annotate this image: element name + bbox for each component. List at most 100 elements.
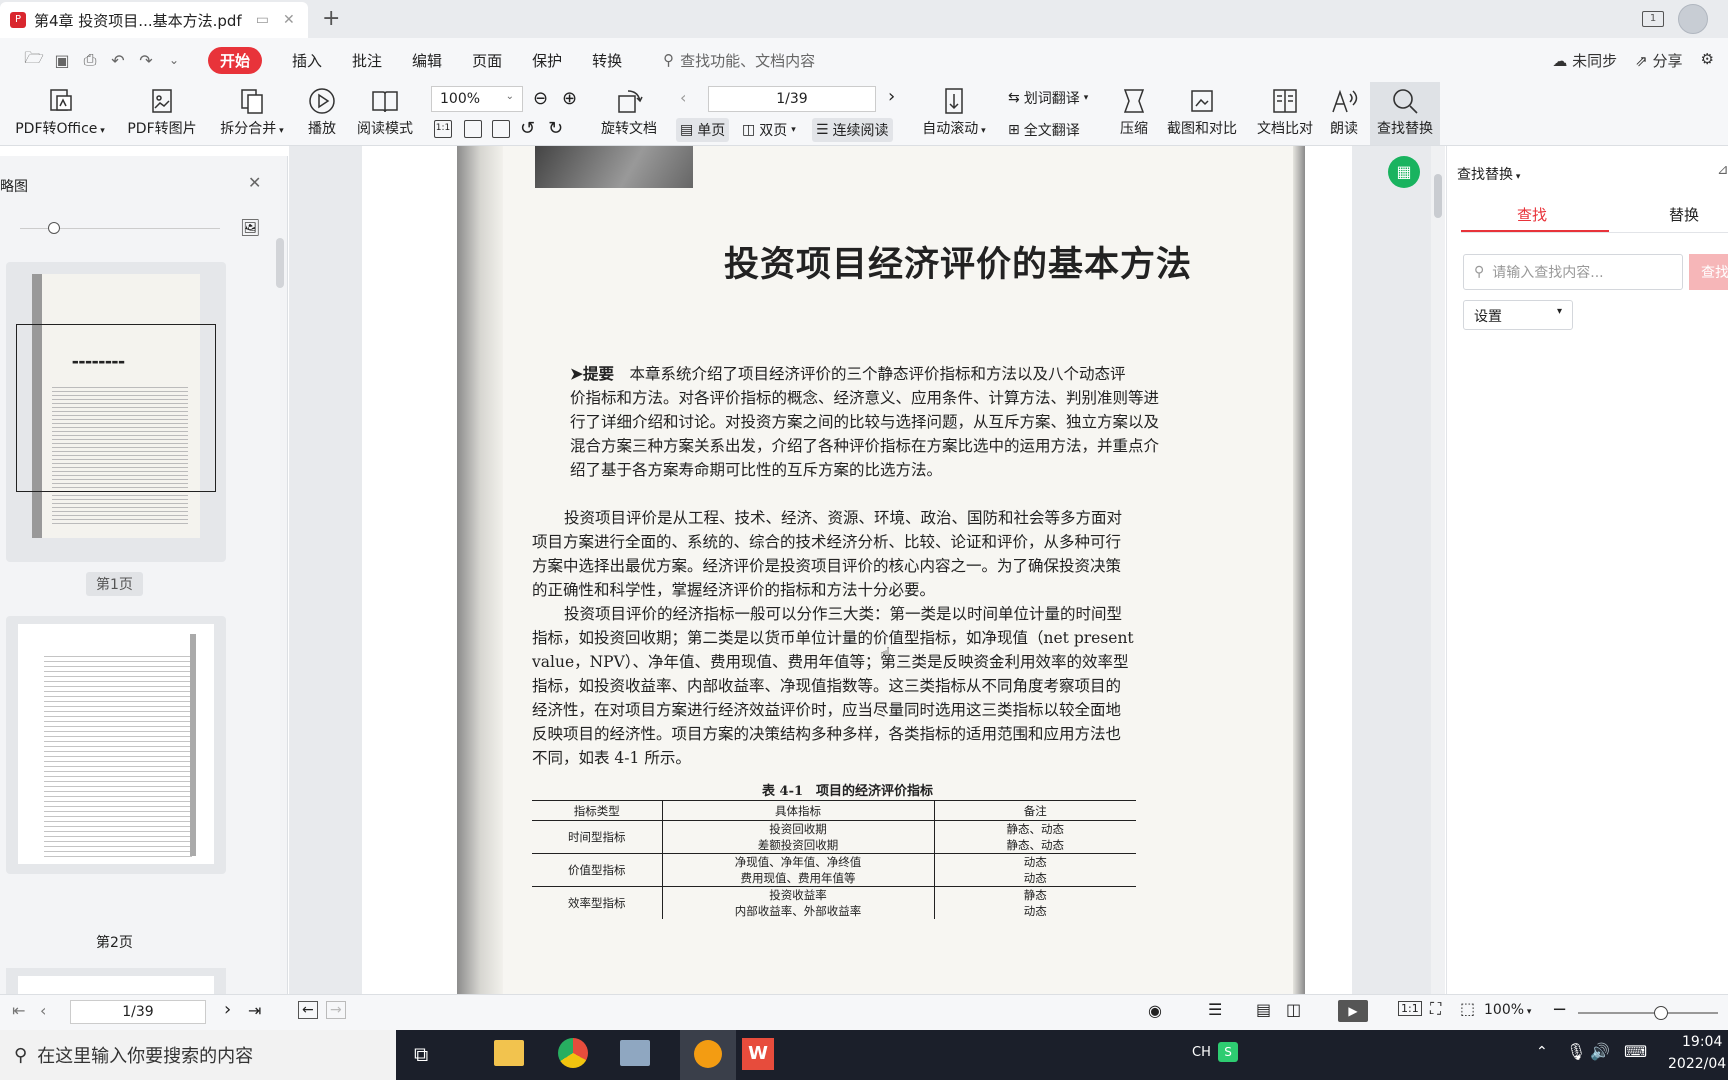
window-layout-icon[interactable]: 1 <box>1642 11 1664 27</box>
settings-select[interactable]: 设置 ▾ <box>1463 300 1573 330</box>
zoom-select[interactable]: 100% ⌄ <box>431 86 523 112</box>
play-button[interactable]: 播放 <box>302 86 342 138</box>
image-icon[interactable]: 🖼 <box>240 218 260 237</box>
zoom-in-icon[interactable]: ⊕ <box>562 88 577 109</box>
next-page-icon[interactable]: › <box>224 999 231 1020</box>
redo-icon[interactable]: ↷ <box>132 51 160 70</box>
tab-pin-icon[interactable]: ▭ <box>256 12 269 28</box>
rotate-right-icon[interactable]: ↻ <box>548 118 563 139</box>
task-view-icon[interactable]: ⧉ <box>414 1042 428 1066</box>
tab-close-icon[interactable]: ✕ <box>283 12 295 28</box>
actual-size-icon[interactable]: 1:1 <box>434 120 452 138</box>
menu-protect[interactable]: 保护 <box>532 50 562 71</box>
single-page-button[interactable]: ▤ 单页 <box>676 118 730 142</box>
split-merge-button[interactable]: 拆分合并 ▾ <box>212 86 292 138</box>
find-replace-button[interactable]: 查找替换 <box>1370 82 1440 145</box>
more-dropdown-icon[interactable]: ⌄ <box>160 53 188 67</box>
tab-replace[interactable]: 替换 <box>1669 204 1699 225</box>
zoom-slider-handle[interactable] <box>1654 1006 1668 1020</box>
table-extract-icon[interactable]: ▦ <box>1388 156 1420 188</box>
tab-find[interactable]: 查找 <box>1517 204 1547 225</box>
wps-icon[interactable]: W <box>742 1038 774 1070</box>
forward-icon[interactable]: → <box>326 1001 346 1019</box>
first-page-icon[interactable]: ⇤ <box>12 1001 25 1020</box>
file-explorer-icon[interactable] <box>494 1040 524 1066</box>
document-scrollbar[interactable] <box>1431 146 1445 994</box>
read-aloud-button[interactable]: 朗读 <box>1326 86 1362 138</box>
undo-icon[interactable]: ↶ <box>104 51 132 70</box>
sync-status[interactable]: ☁ 未同步 <box>1552 50 1617 71</box>
continuous-view-icon[interactable]: ☰ <box>1208 1000 1222 1019</box>
last-page-icon[interactable]: ⇥ <box>248 1001 261 1020</box>
zoom-slider[interactable] <box>1578 1012 1718 1014</box>
function-search[interactable]: ⚲ 查找功能、文档内容 <box>663 50 815 71</box>
viewport-indicator[interactable] <box>16 324 216 492</box>
pdf-to-image-button[interactable]: PDF转图片 <box>122 86 202 138</box>
prev-page-icon[interactable]: ‹ <box>680 88 686 107</box>
pdf-to-office-button[interactable]: PDF转Office ▾ <box>10 86 110 138</box>
single-view-icon[interactable]: ▤ <box>1256 1000 1271 1019</box>
pin-icon[interactable]: ⊿ <box>1717 162 1728 178</box>
fit-page-icon[interactable] <box>464 120 482 138</box>
zoom-out-icon[interactable]: ⊖ <box>533 88 548 109</box>
open-folder-icon[interactable]: 🗁 <box>20 47 48 74</box>
rotate-left-icon[interactable]: ↺ <box>520 118 535 139</box>
double-page-button[interactable]: ◫ 双页 ▾ <box>742 120 796 140</box>
menu-insert[interactable]: 插入 <box>292 50 322 71</box>
slider-handle[interactable] <box>48 222 60 234</box>
tray-expand-icon[interactable]: ⌃ <box>1536 1044 1548 1060</box>
page-number-input[interactable]: 1/39 <box>708 86 876 112</box>
clock-time[interactable]: 19:04 <box>1682 1034 1722 1050</box>
eye-protection-icon[interactable]: ◉ <box>1148 1001 1162 1020</box>
find-replace-panel-title[interactable]: 查找替换 ▾ <box>1457 164 1520 184</box>
full-translate-button[interactable]: ⊞ 全文翻译 <box>1008 120 1080 140</box>
compress-button[interactable]: 压缩 <box>1116 86 1152 138</box>
volume-icon[interactable]: 🔊 <box>1590 1042 1610 1061</box>
fit-width-icon[interactable] <box>492 120 510 138</box>
clock-date[interactable]: 2022/04 <box>1668 1056 1726 1072</box>
fit-page-icon[interactable]: ⛶ <box>1430 999 1441 1019</box>
keyboard-icon[interactable]: ⌨ <box>1624 1042 1647 1061</box>
new-tab-icon[interactable]: + <box>322 6 340 31</box>
continuous-read-button[interactable]: ☰ 连续阅读 <box>812 118 893 142</box>
menu-start[interactable]: 开始 <box>208 46 263 74</box>
fit-width-icon[interactable]: ⬚ <box>1460 999 1475 1018</box>
menu-convert[interactable]: 转换 <box>592 50 622 71</box>
scrollbar-thumb[interactable] <box>1434 174 1442 218</box>
actual-size-icon[interactable]: 1:1 <box>1398 1001 1422 1016</box>
share-button[interactable]: ⇗ 分享 <box>1635 50 1682 71</box>
auto-scroll-button[interactable]: 自动滚动 ▾ <box>916 86 992 138</box>
menu-edit[interactable]: 编辑 <box>412 50 442 71</box>
thumbnail-page-2[interactable] <box>6 616 226 874</box>
close-icon[interactable]: ✕ <box>248 173 261 192</box>
word-translate-button[interactable]: ⇆ 划词翻译 ▾ <box>1008 88 1088 108</box>
double-view-icon[interactable]: ◫ <box>1286 1000 1301 1019</box>
chrome-icon[interactable] <box>558 1038 588 1068</box>
status-zoom[interactable]: 100% ▾ <box>1484 1002 1531 1018</box>
menu-annotate[interactable]: 批注 <box>352 50 382 71</box>
thumbnail-page-1[interactable]: ▬▬▬▬▬▬▬▬ <box>6 262 226 562</box>
taskbar-search[interactable]: ⚲ 在这里输入你要搜索的内容 <box>0 1030 396 1080</box>
ime-indicator[interactable]: CH <box>1192 1045 1211 1060</box>
avatar[interactable] <box>1678 4 1708 34</box>
print-icon[interactable]: ⎙ <box>76 50 104 70</box>
settings-gear-icon[interactable]: ⚙ <box>1701 50 1714 71</box>
prev-page-icon[interactable]: ‹ <box>40 1001 46 1020</box>
microphone-icon[interactable]: 🎙 <box>1566 1042 1586 1061</box>
next-page-icon[interactable]: › <box>888 86 895 107</box>
play-icon[interactable]: ▶ <box>1338 1000 1368 1022</box>
taskbar-app-active[interactable] <box>680 1030 736 1080</box>
find-input[interactable]: ⚲ 请输入查找内容... <box>1463 254 1683 290</box>
thumbnail-page-3[interactable] <box>6 968 226 994</box>
doc-compare-button[interactable]: 文档比对 <box>1252 86 1318 138</box>
wps-tray-icon[interactable]: S <box>1218 1042 1238 1062</box>
save-icon[interactable]: ▣ <box>48 51 76 70</box>
rotate-document-button[interactable]: 旋转文档 <box>596 86 662 138</box>
zoom-out-icon[interactable]: − <box>1552 999 1567 1020</box>
status-page-input[interactable]: 1/39 <box>70 1000 206 1024</box>
read-mode-button[interactable]: 阅读模式 <box>352 86 418 138</box>
menu-page[interactable]: 页面 <box>472 50 502 71</box>
thumbnail-scrollbar[interactable] <box>276 238 284 288</box>
back-icon[interactable]: ← <box>298 1001 318 1019</box>
screenshot-compare-button[interactable]: 截图和对比 <box>1162 86 1242 138</box>
